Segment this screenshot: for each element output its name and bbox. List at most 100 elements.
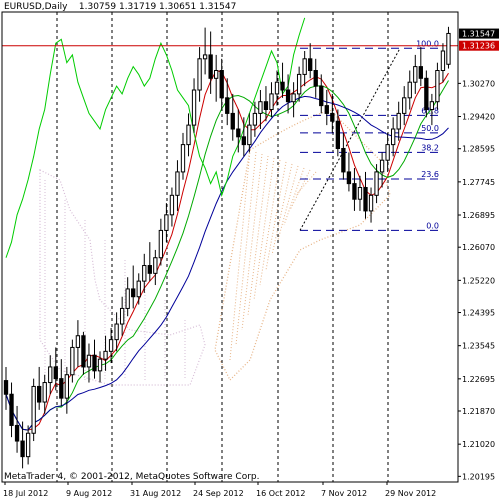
candle-body [435, 70, 440, 103]
candle-body [236, 128, 241, 138]
candle-body [302, 58, 307, 75]
candle-body [413, 66, 418, 83]
chart-header: EURUSD,Daily 1.30759 1.31719 1.30651 1.3… [4, 2, 236, 12]
candle-body [37, 385, 42, 403]
candle-body [42, 382, 47, 403]
candle-body [225, 97, 230, 114]
candle-body [70, 346, 75, 376]
candle-body [274, 81, 280, 95]
candle-body [97, 358, 103, 372]
candle-body [25, 432, 31, 458]
candle-body [158, 229, 164, 259]
ohlc-values: 1.30759 1.31719 1.30651 1.31547 [78, 2, 237, 12]
candle-body [9, 393, 14, 426]
price-tick-label: 1.27745 [462, 178, 495, 187]
candle-body [440, 50, 446, 72]
price-tick-label: 1.21020 [462, 440, 495, 449]
candle-body [169, 194, 175, 216]
chart-background [0, 0, 500, 500]
time-tick-label: 24 Sep 2012 [193, 489, 244, 498]
symbol-timeframe: EURUSD,Daily [4, 2, 68, 12]
candle-body [164, 214, 169, 231]
candle-body [291, 93, 296, 103]
candle-body [86, 354, 92, 368]
copyright-notice: MetaTrader 4, © 2001-2012, MetaQuotes So… [4, 472, 260, 482]
candle-body [81, 335, 86, 368]
candle-body [114, 323, 119, 341]
chart-window[interactable]: 100.0 61.8 50.0 38.2 23.6 0.0 1.31547 1.31236 1… [0, 0, 500, 500]
fib-level-label: 38.2 [421, 143, 439, 152]
candle-body [402, 97, 407, 114]
candle-body [186, 124, 191, 146]
candle-body [341, 148, 346, 173]
price-tick-label: 1.28595 [462, 145, 495, 154]
candle-body [407, 81, 412, 99]
candle-body [59, 378, 64, 399]
candle-body [75, 335, 81, 348]
candle-body [258, 101, 263, 114]
candle-body [374, 171, 379, 196]
price-tick-label: 1.30270 [462, 79, 495, 88]
candle-body [446, 32, 451, 65]
candle-body [352, 183, 357, 200]
candle-body [202, 54, 208, 60]
candle-body [335, 120, 341, 150]
price-tick-label: 1.25220 [462, 276, 495, 285]
price-tick-label: 1.22695 [462, 375, 495, 384]
candle-body [48, 366, 53, 384]
candle-body [197, 58, 202, 91]
candle-body [175, 171, 180, 196]
candle-body [241, 136, 246, 146]
candle-body [418, 66, 423, 79]
candle-body [396, 112, 401, 130]
time-tick-label: 16 Oct 2012 [256, 489, 305, 498]
fib-level-label: 23.6 [421, 170, 439, 179]
current-price-label: 1.31547 [462, 30, 495, 39]
fib-level-label: 0.0 [426, 221, 439, 230]
candle-body [219, 70, 224, 99]
candle-body [92, 354, 97, 372]
candle-body [424, 77, 429, 111]
candle-body [191, 89, 197, 126]
candle-body [346, 171, 352, 185]
price-tick-label: 1.20195 [462, 472, 495, 481]
candle-body [153, 257, 158, 274]
candle-body [3, 380, 9, 395]
candle-body [285, 89, 291, 103]
price-tick-label: 1.29420 [462, 113, 495, 122]
candle-body [230, 112, 235, 130]
candle-body [136, 280, 141, 298]
time-tick-label: 9 Aug 2012 [66, 489, 112, 498]
candle-body [379, 159, 385, 173]
candle-body [319, 85, 324, 107]
candle-body [391, 128, 396, 146]
price-tick-label: 1.21870 [462, 407, 495, 416]
candle-body [214, 70, 219, 79]
time-tick-label: 18 Jul 2012 [3, 489, 48, 498]
fib-level-label: 100.0 [416, 39, 439, 48]
time-tick-label: 29 Nov 2012 [385, 489, 436, 498]
candle-body [208, 54, 213, 79]
candle-body [385, 144, 390, 161]
candle-body [31, 385, 36, 434]
candle-body [280, 81, 285, 91]
candle-body [357, 187, 363, 200]
time-tick-label: 7 Nov 2012 [321, 489, 367, 498]
candle-body [180, 144, 186, 173]
candle-body [363, 187, 368, 212]
candle-body [14, 424, 20, 442]
time-tick-label: 31 Aug 2012 [130, 489, 181, 498]
price-chart[interactable]: 100.061.850.038.223.60.0 1.315471.312361… [0, 0, 500, 500]
candle-body [108, 339, 114, 352]
candle-body [53, 366, 58, 380]
candle-body [429, 101, 435, 111]
bid-price-label: 1.31236 [462, 42, 495, 51]
candle-body [147, 265, 152, 274]
candle-body [368, 194, 374, 212]
candle-body [263, 101, 269, 111]
candle-body [269, 93, 274, 111]
candle-body [142, 265, 147, 282]
candle-body [125, 288, 130, 309]
fib-level-label: 50.0 [421, 124, 439, 133]
candle-body [296, 73, 302, 95]
